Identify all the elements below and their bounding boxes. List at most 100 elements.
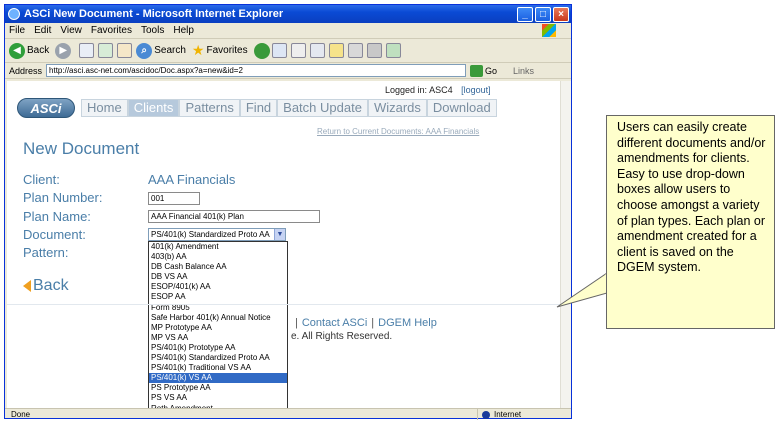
- globe-icon: [482, 410, 490, 419]
- contact-link[interactable]: Contact ASCi: [302, 317, 367, 329]
- messenger-icon[interactable]: [366, 43, 382, 58]
- back-triangle-icon: [23, 280, 31, 292]
- close-button[interactable]: ×: [553, 6, 569, 22]
- plan-name-input[interactable]: AAA Financial 401(k) Plan: [148, 210, 320, 223]
- tab-find[interactable]: Find: [239, 99, 278, 117]
- menu-tools[interactable]: Tools: [141, 25, 164, 36]
- return-to-documents-link[interactable]: Return to Current Documents: AAA Financi…: [317, 127, 479, 136]
- print-icon[interactable]: [290, 43, 306, 58]
- address-url: http://asci.asc-net.com/ascidoc/Doc.aspx…: [49, 66, 243, 75]
- minimize-button[interactable]: _: [517, 6, 533, 22]
- refresh-icon[interactable]: [98, 43, 114, 58]
- go-arrow-icon[interactable]: [470, 64, 484, 77]
- tab-patterns[interactable]: Patterns: [179, 99, 240, 117]
- menu-edit[interactable]: Edit: [34, 25, 51, 36]
- footer-separator: |: [371, 317, 375, 329]
- search-toolbar-button[interactable]: ⌕ Search: [136, 42, 186, 59]
- chevron-down-icon[interactable]: ▼: [274, 229, 285, 240]
- browser-window: ASCi New Document - Microsoft Internet E…: [4, 4, 572, 420]
- document-label: Document:: [23, 227, 86, 242]
- vertical-scrollbar[interactable]: [560, 81, 571, 408]
- windows-logo-icon: [542, 24, 556, 37]
- document-option[interactable]: PS/401(k) Traditional VS AA: [149, 363, 287, 373]
- logout-link[interactable]: [logout]: [461, 85, 491, 95]
- window-title: ASCi New Document - Microsoft Internet E…: [24, 8, 284, 20]
- document-option[interactable]: ESOP AA: [149, 292, 287, 302]
- plan-number-input[interactable]: 001: [148, 192, 200, 205]
- browser-toolbar: ◀ Back ▶ ⌕ Search ★ Favorites: [5, 39, 571, 63]
- menu-file[interactable]: File: [9, 25, 25, 36]
- back-arrow-icon: ◀: [9, 42, 25, 59]
- screenshot-stage: ASCi New Document - Microsoft Internet E…: [0, 0, 782, 422]
- document-option[interactable]: 401(k) Amendment: [149, 242, 287, 252]
- document-option[interactable]: PS/401(k) Standardized Proto AA: [149, 353, 287, 363]
- back-toolbar-button[interactable]: ◀ Back: [9, 42, 50, 59]
- page-title: New Document: [23, 139, 140, 158]
- research-icon[interactable]: [347, 43, 363, 58]
- favorites-star-icon: ★: [191, 42, 205, 58]
- asci-logo[interactable]: ASCi: [17, 98, 75, 118]
- forward-arrow-icon: ▶: [55, 42, 72, 59]
- msn-icon[interactable]: [385, 43, 401, 58]
- document-option[interactable]: MP VS AA: [149, 333, 287, 343]
- document-option[interactable]: 403(b) AA: [149, 252, 287, 262]
- plan-name-label: Plan Name:: [23, 209, 91, 224]
- tab-home[interactable]: Home: [81, 99, 128, 117]
- address-label: Address: [9, 65, 43, 76]
- favorites-toolbar-button[interactable]: ★ Favorites: [192, 42, 248, 59]
- address-bar: Address http://asci.asc-net.com/ascidoc/…: [5, 63, 571, 79]
- status-text: Done: [11, 409, 31, 419]
- window-titlebar[interactable]: ASCi New Document - Microsoft Internet E…: [5, 5, 571, 23]
- favorites-toolbar-label: Favorites: [206, 45, 248, 56]
- back-label: Back: [33, 277, 69, 294]
- menu-help[interactable]: Help: [173, 25, 194, 36]
- document-option[interactable]: PS VS AA: [149, 393, 287, 403]
- menu-favorites[interactable]: Favorites: [91, 25, 132, 36]
- tab-batch-update[interactable]: Batch Update: [277, 99, 368, 117]
- plan-number-label: Plan Number:: [23, 190, 103, 205]
- callout-pointer: [556, 272, 607, 308]
- tab-download[interactable]: Download: [426, 99, 497, 117]
- maximize-button[interactable]: □: [535, 6, 551, 22]
- logged-in-user: ASC4: [429, 85, 453, 95]
- footer-separator: |: [295, 317, 298, 329]
- document-option[interactable]: DB VS AA: [149, 272, 287, 282]
- footer-divider: [7, 304, 560, 305]
- copyright-text: e. All Rights Reserved.: [291, 331, 393, 342]
- document-option[interactable]: ESOP/401(k) AA: [149, 282, 287, 292]
- status-bar: Done Internet: [5, 408, 571, 420]
- logged-in-label: Logged in:: [385, 85, 428, 95]
- search-icon: ⌕: [136, 42, 153, 59]
- dgem-help-link[interactable]: DGEM Help: [378, 317, 437, 329]
- tab-clients[interactable]: Clients: [127, 99, 180, 117]
- links-label[interactable]: Links: [513, 66, 534, 76]
- edit-icon[interactable]: [309, 43, 325, 58]
- media-icon[interactable]: [253, 42, 270, 59]
- address-input[interactable]: http://asci.asc-net.com/ascidoc/Doc.aspx…: [46, 64, 467, 77]
- document-option[interactable]: PS/401(k) Prototype AA: [149, 343, 287, 353]
- document-option[interactable]: MP Prototype AA: [149, 323, 287, 333]
- callout-box: Users can easily create different docume…: [606, 115, 775, 329]
- client-name: AAA Financials: [148, 172, 236, 187]
- zone-label: Internet: [494, 410, 522, 419]
- document-select[interactable]: PS/401(k) Standardized Proto AA ▼: [148, 228, 286, 241]
- document-option[interactable]: PS/401(k) VS AA: [149, 373, 287, 384]
- tab-wizards[interactable]: Wizards: [367, 99, 427, 117]
- menu-view[interactable]: View: [60, 25, 82, 36]
- back-toolbar-label: Back: [27, 45, 50, 56]
- login-status: Logged in: ASC4 [logout]: [385, 85, 491, 95]
- search-toolbar-label: Search: [154, 45, 186, 56]
- mail-icon[interactable]: [271, 43, 287, 58]
- document-option[interactable]: PS Prototype AA: [149, 383, 287, 393]
- document-option[interactable]: DB Cash Balance AA: [149, 262, 287, 272]
- document-dropdown-list: 401(k) Amendment 403(b) AA DB Cash Balance…: [148, 241, 288, 408]
- document-option[interactable]: Safe Harbor 401(k) Annual Notice: [149, 313, 287, 323]
- home-icon[interactable]: [117, 43, 133, 58]
- ie-logo-icon: [8, 8, 20, 20]
- main-nav: ASCi Home Clients Patterns Find Batch Up…: [17, 97, 497, 119]
- forward-toolbar-button[interactable]: ▶: [55, 42, 73, 59]
- go-button[interactable]: Go: [485, 66, 497, 76]
- back-link[interactable]: Back: [23, 277, 69, 295]
- stop-icon[interactable]: [79, 43, 95, 58]
- folder-icon[interactable]: [328, 43, 344, 58]
